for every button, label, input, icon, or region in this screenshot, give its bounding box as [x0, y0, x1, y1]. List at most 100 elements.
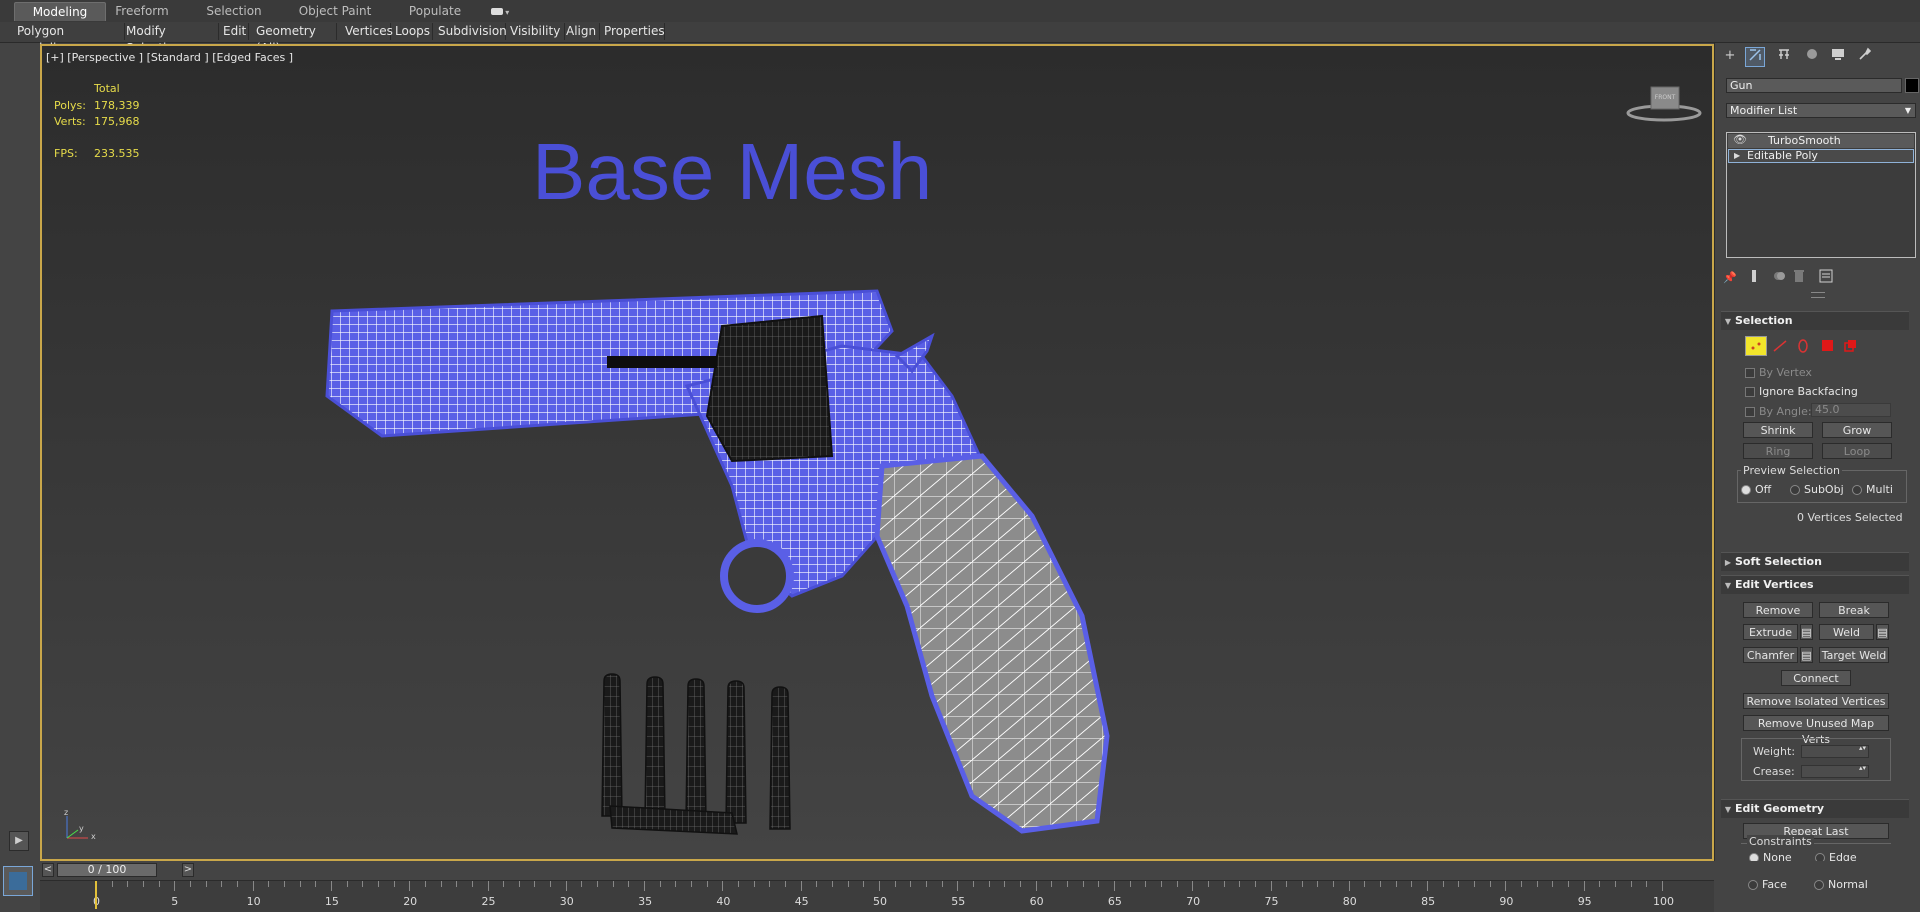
frame-tick: [565, 881, 567, 891]
preview-subobj-radio[interactable]: SubObj: [1790, 483, 1844, 496]
chamfer-button[interactable]: Chamfer: [1743, 647, 1798, 663]
stats-fps-value: 233.535: [94, 147, 140, 160]
preview-off-radio[interactable]: Off: [1741, 483, 1771, 496]
tab-modeling[interactable]: Modeling: [14, 2, 106, 21]
viewport-label[interactable]: [+] [Perspective ] [Standard ] [Edged Fa…: [46, 51, 293, 64]
edge-mode-button[interactable]: [1771, 338, 1789, 354]
modifier-list-dropdown[interactable]: Modifier List ▼: [1726, 103, 1916, 118]
time-slider-thumb[interactable]: 0 / 100: [57, 863, 157, 877]
axis-z-label: z: [64, 808, 69, 817]
frame-tick: [769, 881, 771, 887]
ring-button[interactable]: Ring: [1743, 443, 1813, 459]
stack-item-turbosmooth[interactable]: 👁 TurboSmooth: [1728, 133, 1914, 148]
tab-populate[interactable]: Populate: [400, 2, 470, 20]
by-angle-spinner[interactable]: 45.0: [1811, 403, 1891, 417]
element-mode-button[interactable]: [1842, 338, 1860, 354]
eye-icon[interactable]: 👁: [1733, 133, 1747, 146]
create-tab-icon[interactable]: +: [1721, 47, 1739, 65]
weight-spinner[interactable]: ▴▾: [1801, 744, 1869, 758]
utilities-tab-icon[interactable]: [1855, 47, 1873, 65]
previous-frame-button[interactable]: <: [42, 863, 54, 877]
vertex-mode-button[interactable]: [1745, 336, 1767, 356]
tab-object-paint[interactable]: Object Paint: [290, 2, 380, 20]
connect-button[interactable]: Connect: [1781, 670, 1851, 686]
frame-tick: [346, 881, 348, 887]
target-weld-button[interactable]: Target Weld: [1819, 647, 1889, 663]
pin-stack-icon[interactable]: 📌: [1721, 269, 1739, 287]
hierarchy-tab-icon[interactable]: [1775, 47, 1793, 65]
frame-tick: [910, 881, 912, 887]
properties-panel[interactable]: Properties: [600, 23, 665, 40]
weld-button[interactable]: Weld: [1819, 624, 1874, 640]
ribbon-options-icon[interactable]: ▾: [486, 2, 514, 20]
remove-isolated-vertices-button[interactable]: Remove Isolated Vertices: [1743, 693, 1889, 709]
weld-settings-icon[interactable]: ▤: [1876, 624, 1889, 640]
frame-tick-label: 50: [873, 895, 887, 908]
shrink-button[interactable]: Shrink: [1743, 422, 1813, 438]
remove-button[interactable]: Remove: [1743, 602, 1813, 618]
play-icon[interactable]: ▶: [9, 831, 29, 851]
display-tab-icon[interactable]: [1829, 47, 1847, 65]
frame-tick-label: 5: [171, 895, 179, 908]
frame-tick: [581, 881, 583, 887]
revolver-mesh-illustration: [325, 289, 1110, 835]
visibility-panel[interactable]: Visibility: [506, 23, 565, 40]
time-track[interactable]: 0510152025303540455055606570758085909510…: [40, 880, 1714, 912]
modify-selection-panel[interactable]: Modify Selection: [122, 23, 219, 55]
collapse-icon: ▼: [1724, 317, 1732, 326]
show-end-result-icon[interactable]: [1745, 269, 1763, 287]
constraint-normal-radio[interactable]: Normal: [1814, 878, 1868, 891]
polygon-mode-button[interactable]: [1818, 338, 1836, 354]
preview-multi-radio[interactable]: Multi: [1852, 483, 1893, 496]
remove-unused-map-verts-button[interactable]: Remove Unused Map Verts: [1743, 715, 1889, 746]
subdivision-panel[interactable]: Subdivision: [434, 23, 507, 40]
border-mode-button[interactable]: [1794, 338, 1812, 354]
mini-listener-button[interactable]: [3, 866, 33, 896]
perspective-viewport[interactable]: [+] [Perspective ] [Standard ] [Edged Fa…: [40, 44, 1714, 861]
extrude-settings-icon[interactable]: ▤: [1800, 624, 1813, 640]
tab-freeform[interactable]: Freeform: [106, 2, 178, 20]
configure-modifier-sets-icon[interactable]: [1817, 269, 1835, 287]
loops-panel[interactable]: Loops: [391, 23, 433, 40]
stack-item-editable-poly[interactable]: ▶ Editable Poly: [1728, 149, 1914, 163]
frame-tick: [1599, 881, 1601, 887]
crease-spinner[interactable]: ▴▾: [1801, 764, 1869, 778]
frame-tick: [1317, 881, 1319, 887]
by-angle-checkbox[interactable]: By Angle:: [1745, 405, 1812, 418]
frame-tick: [1333, 881, 1335, 887]
edit-geometry-rollout-header[interactable]: ▼ Edit Geometry: [1721, 799, 1909, 818]
object-color-swatch[interactable]: [1905, 78, 1919, 93]
polygon-modeling-panel[interactable]: Polygon Modeling: [13, 23, 125, 55]
motion-tab-icon[interactable]: [1803, 47, 1821, 65]
tab-selection[interactable]: Selection: [198, 2, 270, 20]
selection-rollout-header[interactable]: ▼ Selection: [1721, 311, 1909, 330]
vertex-icon: [1751, 342, 1761, 350]
break-button[interactable]: Break: [1819, 602, 1889, 618]
remove-modifier-icon[interactable]: [1790, 269, 1808, 287]
loop-button[interactable]: Loop: [1822, 443, 1892, 459]
chamfer-settings-icon[interactable]: ▤: [1800, 647, 1813, 663]
extrude-button[interactable]: Extrude: [1743, 624, 1798, 640]
expand-arrow-icon[interactable]: ▶: [1734, 150, 1740, 162]
stats-fps-label: FPS:: [54, 147, 78, 160]
next-frame-button[interactable]: >: [182, 863, 194, 877]
constraint-face-radio[interactable]: Face: [1748, 878, 1787, 891]
by-vertex-checkbox[interactable]: By Vertex: [1745, 366, 1812, 379]
viewcube-face-label: FRONT: [1654, 94, 1676, 101]
panel-splitter-handle[interactable]: [1811, 292, 1825, 298]
make-unique-icon[interactable]: [1770, 269, 1788, 287]
grow-button[interactable]: Grow: [1822, 422, 1892, 438]
ignore-backfacing-checkbox[interactable]: Ignore Backfacing: [1745, 385, 1858, 398]
modify-tab-icon[interactable]: [1745, 47, 1765, 67]
align-panel[interactable]: Align: [562, 23, 600, 40]
frame-tick: [1207, 881, 1209, 887]
current-frame-marker: [95, 881, 97, 909]
viewcube[interactable]: FRONT: [1624, 84, 1704, 124]
frame-tick-label: 30: [559, 895, 574, 908]
edit-vertices-rollout-header[interactable]: ▼ Edit Vertices: [1721, 575, 1909, 594]
vertices-panel[interactable]: Vertices: [341, 23, 393, 40]
object-name-field[interactable]: Gun: [1726, 78, 1902, 93]
geometry-all-panel[interactable]: Geometry (All): [252, 23, 337, 55]
soft-selection-rollout-header[interactable]: ▶ Soft Selection: [1721, 552, 1909, 571]
edit-panel[interactable]: Edit: [219, 23, 249, 40]
